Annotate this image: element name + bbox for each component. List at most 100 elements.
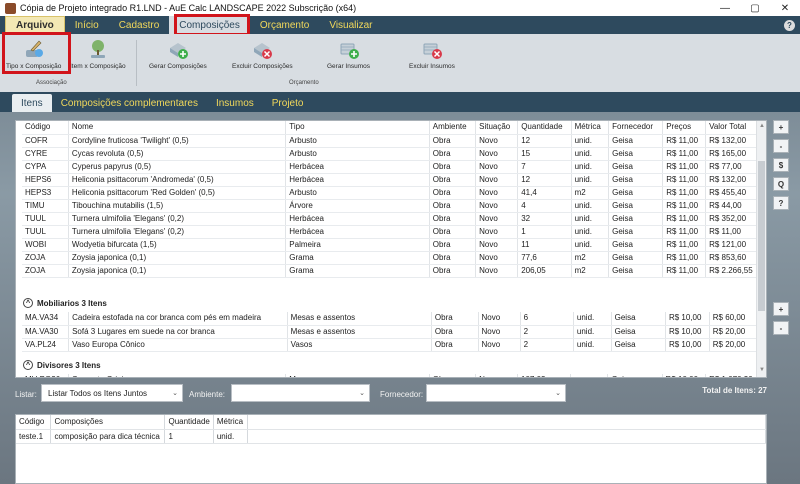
collapse-icon[interactable]: ^ [23, 360, 33, 370]
search-button[interactable]: Q [773, 177, 789, 191]
table-row[interactable]: TUUL Turnera ulmifolia 'Elegans' (0,2) Her… [22, 212, 762, 226]
col-codigo[interactable]: Código [22, 121, 69, 135]
table-row[interactable]: TIMU Tibouchina mutabilis (1,5) Árvore Obra… [22, 199, 762, 213]
gerar-insumos-button[interactable]: Gerar Insumos [327, 38, 370, 70]
remove-item-button[interactable]: - [773, 139, 789, 153]
cell: Mesas e assentos [287, 312, 432, 326]
tab-itens[interactable]: Itens [12, 94, 52, 112]
item-composicao-button[interactable]: Item x Composição [70, 38, 126, 70]
cell: Arbusto [285, 147, 430, 161]
cell: Herbácea [285, 212, 430, 226]
cell: WOBI [22, 238, 69, 252]
comp-col-composicoes[interactable]: Composições [50, 415, 166, 430]
items-table: Código Nome Tipo Ambiente Situação Quant… [22, 121, 762, 278]
listar-select[interactable]: Listar Todos os Itens Juntos ⌄ [41, 384, 183, 402]
cell: CYRE [22, 147, 69, 161]
gerar-insumos-label: Gerar Insumos [327, 63, 370, 70]
table-row[interactable]: ZOJA Zoysia japonica (0,1) Grama Obra Novo 77… [22, 251, 762, 265]
col-situacao[interactable]: Situação [475, 121, 519, 135]
group-header-mobiliarios[interactable]: ^ Mobiliarios 3 Itens [20, 295, 750, 311]
cell: Novo [475, 173, 519, 187]
col-quantidade[interactable]: Quantidade [517, 121, 572, 135]
gerar-insumos-icon [338, 38, 360, 60]
minimize-button[interactable]: — [710, 0, 740, 16]
col-nome[interactable]: Nome [68, 121, 287, 135]
add-composicao-button[interactable]: + [773, 302, 789, 316]
menu-visualizar[interactable]: Visualizar [319, 16, 382, 34]
table-header-row: Código Nome Tipo Ambiente Situação Quant… [22, 121, 762, 135]
col-tipo[interactable]: Tipo [285, 121, 430, 135]
cell: Sofá 3 Lugares em suede na cor branca [68, 325, 288, 339]
excluir-composicoes-button[interactable]: Excluir Composições [232, 38, 293, 70]
cell: Geisa [611, 325, 666, 339]
item-composicao-label: Item x Composição [70, 63, 126, 70]
tab-composicoes-complementares[interactable]: Composições complementares [52, 94, 207, 112]
side-toolbar: + - $ Q ? [773, 120, 791, 215]
composicoes-side-toolbar: + - [773, 302, 791, 340]
cell: Mesas e assentos [287, 325, 432, 339]
help-button[interactable]: ? [773, 196, 789, 210]
table-row[interactable]: teste.1 composição para dica técnica 1 u… [16, 429, 767, 444]
table-row[interactable]: HEPS3 Heliconia psittacorum 'Red Golden' … [22, 186, 762, 200]
cell: Novo [475, 212, 519, 226]
gerar-composicoes-button[interactable]: Gerar Composições [149, 38, 207, 70]
table-row[interactable]: ZOJA Zoysia japonica (0,1) Grama Obra Novo 20… [22, 264, 762, 278]
composicoes-header-row: Código Composições Quantidade Métrica [16, 415, 767, 430]
table-row[interactable]: VA.PL24 Vaso Europa Cônico Vasos Obra Novo 2 u… [22, 338, 763, 352]
listar-label: Listar: [15, 390, 37, 399]
comp-col-codigo[interactable]: Código [16, 415, 52, 430]
table-row[interactable]: COFR Cordyline fruticosa 'Twilight' (0,5)… [22, 134, 762, 148]
price-button[interactable]: $ [773, 158, 789, 172]
remove-composicao-button[interactable]: - [773, 321, 789, 335]
col-valor-total[interactable]: Valor Total [705, 121, 762, 135]
cell: R$ 10,00 [665, 312, 710, 326]
cell: Cordyline fruticosa 'Twilight' (0,5) [68, 134, 287, 148]
scroll-up-icon[interactable]: ▲ [758, 123, 766, 131]
chevron-down-icon: ⌄ [555, 390, 561, 397]
table-row[interactable]: CYPA Cyperus papyrus (0,5) Herbácea Obra Nov… [22, 160, 762, 174]
cell: composição para dica técnica [50, 429, 166, 444]
table-row[interactable]: HEPS6 Heliconia psittacorum 'Andromeda' (… [22, 173, 762, 187]
cell: Novo [475, 160, 519, 174]
cell: Muro [285, 374, 430, 377]
ambiente-select[interactable]: ⌄ [231, 384, 370, 402]
scroll-thumb[interactable] [758, 161, 765, 311]
maximize-button[interactable]: ▢ [740, 0, 770, 16]
menu-orcamento[interactable]: Orçamento [250, 16, 319, 34]
scroll-down-icon[interactable]: ▼ [758, 367, 766, 375]
vertical-scrollbar[interactable]: ▲ ▼ [756, 121, 766, 377]
table-row[interactable]: MU.PO26Cemento GrigioMuroObraNovo107,03m… [22, 374, 762, 377]
table-row[interactable]: CYRE Cycas revoluta (0,5) Arbusto Obra Novo 1… [22, 147, 762, 161]
fornecedor-select[interactable]: ⌄ [426, 384, 566, 402]
close-button[interactable]: ✕ [770, 0, 800, 16]
items-table-mobiliarios: MA.VA34 Cadeira estofada na cor branca co… [22, 312, 763, 352]
tab-insumos[interactable]: Insumos [207, 94, 263, 112]
group-header-divisores[interactable]: ^ Divisores 3 Itens [20, 357, 750, 373]
cell: R$ 132,00 [705, 134, 762, 148]
cell: VA.PL24 [22, 338, 70, 352]
table-row[interactable]: MA.VA30 Sofá 3 Lugares em suede na cor br… [22, 325, 763, 339]
cell: Cemento Grigio [68, 374, 287, 377]
add-item-button[interactable]: + [773, 120, 789, 134]
table-row[interactable]: TUUL Turnera ulmifolia 'Elegans' (0,2) Her… [22, 225, 762, 239]
comp-col-quantidade[interactable]: Quantidade [164, 415, 214, 430]
collapse-icon[interactable]: ^ [23, 298, 33, 308]
col-metrica[interactable]: Métrica [571, 121, 610, 135]
menu-inicio[interactable]: Início [65, 16, 109, 34]
item-composicao-icon [87, 38, 109, 60]
menu-cadastro[interactable]: Cadastro [109, 16, 170, 34]
comp-col-metrica[interactable]: Métrica [213, 415, 248, 430]
table-row[interactable]: MA.VA34 Cadeira estofada na cor branca co… [22, 312, 763, 326]
tab-projeto[interactable]: Projeto [263, 94, 313, 112]
cell: 12 [517, 134, 572, 148]
cell: R$ 2.266,55 [705, 264, 762, 278]
excluir-insumos-button[interactable]: Excluir Insumos [409, 38, 455, 70]
table-row[interactable]: WOBI Wodyetia bifurcata (1,5) Palmeira Obra… [22, 238, 762, 252]
col-precos[interactable]: Preços [662, 121, 707, 135]
comp-col-filler [247, 415, 767, 430]
col-ambiente[interactable]: Ambiente [429, 121, 477, 135]
cell: ZOJA [22, 264, 69, 278]
help-icon[interactable]: ? [784, 19, 795, 31]
cell: Geisa [608, 251, 664, 265]
col-fornecedor[interactable]: Fornecedor [608, 121, 664, 135]
